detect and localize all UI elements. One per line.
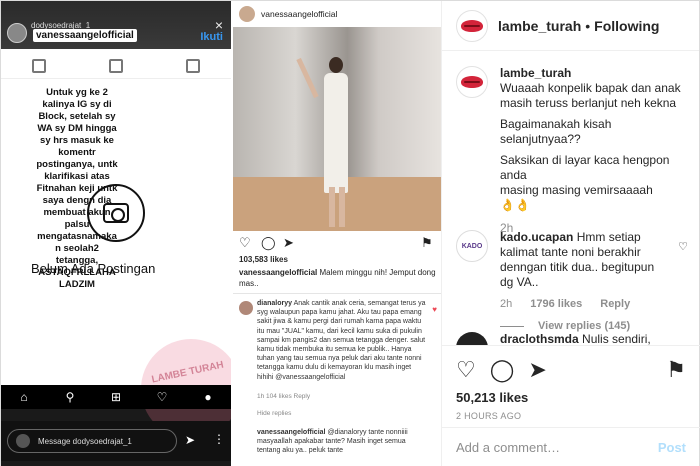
caption-line: masih teruss berlanjut neh kekna bbox=[500, 96, 677, 110]
tv-icon bbox=[108, 58, 123, 73]
comment-input[interactable]: Add a comment… bbox=[456, 440, 658, 455]
post-button[interactable]: Post bbox=[658, 440, 686, 455]
like-comment-icon[interactable]: ♡ bbox=[678, 240, 688, 253]
screenshot-actions: ♡ ◯ ➤ ⚑ bbox=[233, 233, 441, 253]
post-actions: ♡ ◯ ➤ ⚑ 50,213 likes 2 HOURS AGO bbox=[442, 345, 700, 421]
heart-icon: ♡ bbox=[156, 390, 168, 404]
story-follow-label: Ikuti bbox=[200, 31, 223, 43]
grid-icon bbox=[32, 58, 47, 73]
post-screenshot: vanessaangelofficial ♡ ◯ ➤ ⚑ 103,583 lik… bbox=[233, 1, 441, 466]
comment-likes[interactable]: 1796 likes bbox=[530, 298, 582, 310]
story-message-bar: Message dodysoedrajat_1 ➤ ⋮ bbox=[1, 421, 231, 461]
caption-user: vanessaangelofficial bbox=[239, 268, 318, 277]
screenshot-username: vanessaangelofficial bbox=[261, 9, 338, 19]
comment-icon[interactable]: ◯ bbox=[490, 358, 515, 382]
no-posts-label: Belum Ada Postingan bbox=[31, 261, 156, 276]
comment-username[interactable]: lambe_turah bbox=[500, 66, 688, 81]
post-author[interactable]: lambe_turah bbox=[498, 18, 581, 34]
lips-logo-icon bbox=[461, 19, 483, 32]
caption-comment: lambe_turah Wuaaah konpelik bapak dan an… bbox=[456, 66, 688, 235]
screenshot-reply: vanessaangelofficial @dianaloryy tante n… bbox=[257, 428, 427, 456]
story-avatar bbox=[7, 23, 27, 43]
share-icon: ➤ bbox=[283, 235, 294, 250]
profile-icon: ● bbox=[204, 390, 212, 404]
screenshot-likes: 103,583 likes bbox=[239, 255, 288, 264]
heart-outline-icon: ♡ bbox=[239, 235, 251, 250]
share-icon[interactable]: ➤ bbox=[528, 358, 546, 382]
message-placeholder: Message dodysoedrajat_1 bbox=[38, 436, 132, 446]
story-handle: vanessaangelofficial bbox=[33, 29, 137, 42]
reply-user: vanessaangelofficial bbox=[257, 429, 326, 436]
following-button[interactable]: Following bbox=[594, 18, 659, 34]
screenshot-post-header: vanessaangelofficial bbox=[233, 1, 441, 27]
screenshot-avatar bbox=[239, 6, 255, 22]
search-icon: ⚲ bbox=[65, 390, 75, 404]
more-icon: ⋮ bbox=[213, 432, 225, 446]
separator-dot: • bbox=[585, 17, 591, 34]
reply-button[interactable]: Reply bbox=[600, 298, 630, 310]
bookmark-icon: ⚑ bbox=[421, 235, 433, 250]
comment-time: 2h bbox=[500, 298, 513, 310]
divider bbox=[233, 293, 441, 294]
likes-count[interactable]: 50,213 likes bbox=[456, 390, 686, 405]
lips-logo-icon bbox=[461, 76, 483, 88]
screenshot-photo bbox=[233, 27, 441, 231]
photo-person bbox=[296, 57, 353, 227]
post-sidebar: lambe_turah • Following lambe_turah Wuaa… bbox=[441, 1, 700, 466]
camera-small-icon bbox=[16, 434, 30, 448]
comment-icon: ◯ bbox=[261, 235, 276, 250]
comment-text: Nulis sendiri, bbox=[582, 332, 651, 345]
avatar[interactable] bbox=[456, 66, 488, 98]
tagged-icon bbox=[185, 58, 200, 73]
camera-icon bbox=[87, 184, 145, 242]
comment: KADO kado.ucapan Hmm setiap kalimat tant… bbox=[456, 230, 688, 332]
add-comment-bar: Add a comment… Post bbox=[442, 427, 700, 466]
add-icon: ⊞ bbox=[110, 390, 122, 404]
bookmark-icon[interactable]: ⚑ bbox=[666, 358, 686, 382]
instagram-post-window: dodysoedrajat_1 × vanessaangelofficial I… bbox=[0, 0, 700, 466]
caption-line: Bagaimanakah kisah selanjutnyaa?? bbox=[500, 117, 612, 146]
comments-list[interactable]: lambe_turah Wuaaah konpelik bapak dan an… bbox=[442, 52, 700, 345]
comment-user: dianaloryy bbox=[257, 300, 293, 307]
post-image: dodysoedrajat_1 × vanessaangelofficial I… bbox=[1, 1, 441, 466]
avatar[interactable] bbox=[456, 9, 488, 42]
profile-tabs bbox=[1, 53, 231, 79]
avatar[interactable] bbox=[456, 332, 488, 345]
comment-text: Anak cantik anak ceria, semangat terus y… bbox=[257, 300, 426, 381]
send-icon: ➤ bbox=[185, 433, 196, 447]
post-header: lambe_turah • Following bbox=[442, 1, 699, 51]
divider bbox=[500, 325, 524, 327]
comment-username[interactable]: draclothsmda bbox=[500, 332, 579, 345]
post-timestamp: 2 HOURS AGO bbox=[456, 411, 522, 421]
screenshot-comment: dianaloryy Anak cantik anak ceria, seman… bbox=[239, 299, 429, 382]
home-icon: ⌂ bbox=[20, 390, 28, 404]
profile-empty-area: Untuk yg ke 2 kalinya IG sy di Block, se… bbox=[1, 49, 231, 439]
view-replies-button[interactable]: View replies (145) bbox=[500, 320, 688, 332]
comment-meta: 2h 1796 likes Reply bbox=[500, 298, 688, 310]
caption-line: Wuaaah konpelik bapak dan anak bbox=[500, 81, 681, 95]
heart-filled-icon: ♥ bbox=[432, 305, 437, 314]
caption-line: 👌👌 bbox=[500, 198, 530, 212]
hide-replies: Hide replies bbox=[257, 410, 292, 417]
screenshot-caption: vanessaangelofficial Malem minggu nih! J… bbox=[239, 267, 437, 289]
caption-line: masing masing vemirsaaaah bbox=[500, 183, 653, 197]
story-bottom-nav: ⌂ ⚲ ⊞ ♡ ● bbox=[1, 385, 231, 409]
view-replies-label[interactable]: View replies (145) bbox=[538, 320, 630, 332]
caption-line: Saksikan di layar kaca hengpon anda bbox=[500, 153, 670, 182]
avatar[interactable]: KADO bbox=[456, 230, 488, 262]
comment-avatar bbox=[239, 301, 253, 315]
comment-username[interactable]: kado.ucapan bbox=[500, 230, 573, 244]
story-message-field: Message dodysoedrajat_1 bbox=[7, 429, 177, 453]
comment-meta: 1h 104 likes Reply bbox=[257, 393, 311, 400]
comment: draclothsmda Nulis sendiri, bbox=[456, 332, 688, 345]
heart-icon[interactable]: ♡ bbox=[456, 358, 476, 382]
story-screenshot: dodysoedrajat_1 × vanessaangelofficial I… bbox=[1, 1, 231, 466]
